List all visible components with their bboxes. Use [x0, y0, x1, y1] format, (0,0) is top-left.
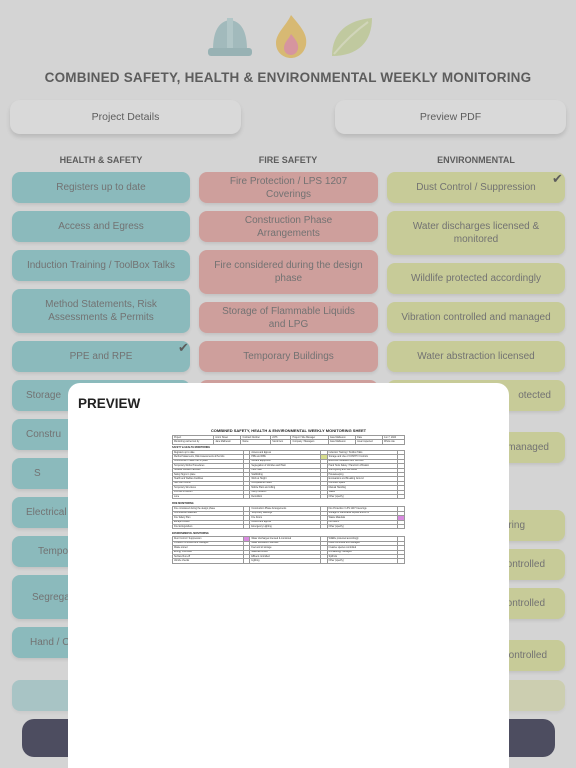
sheet-section-table: Dust Control / Suppression Water discharg… [172, 536, 405, 564]
check-cell [397, 493, 405, 500]
cell: Lone [172, 493, 244, 500]
cell: Emergency Lighting [249, 523, 322, 530]
table-row: Monitoring carried out by Jane Matheson … [171, 439, 405, 445]
check-cell [320, 493, 328, 500]
cell: Jane Matheson [327, 439, 357, 445]
cell: Demolition [249, 493, 322, 500]
sheet-section-title: FIRE MONITORING [172, 502, 194, 506]
cell: Whole site [382, 439, 405, 445]
cell: Area Inspected [355, 439, 384, 445]
cell: Other (specify) [326, 558, 399, 564]
check-cell [242, 493, 251, 500]
pdf-preview-sheet: COMBINED SAFETY, HEALTH & ENVIRONMENTAL … [171, 428, 405, 576]
cell: Other (specify) [326, 523, 399, 530]
cell: Name [240, 439, 272, 445]
cell: Other (specify) [326, 493, 399, 500]
sheet-section-title: ENVIRONMENTAL MONITORING [172, 532, 209, 536]
check-cell [397, 523, 405, 530]
sheet-section-table: Fire considered during the design phase C… [172, 506, 405, 530]
check-cell [320, 558, 328, 564]
preview-modal: PREVIEW COMBINED SAFETY, HEALTH & ENVIRO… [68, 383, 509, 768]
cell: Vehicle checks [172, 558, 244, 564]
sheet-section-title: SAFETY & HEALTH MONITORING [172, 446, 211, 449]
check-cell [242, 523, 251, 530]
cell: Jane Matheson [213, 439, 242, 445]
cell: Monitoring carried out by [171, 439, 215, 445]
sheet-title: COMBINED SAFETY, HEALTH & ENVIRONMENTAL … [210, 428, 367, 433]
preview-title: PREVIEW [78, 396, 141, 411]
cell: Fire Extinguishers [172, 523, 244, 530]
table-row: Lone Demolition Other (specify) [172, 493, 405, 500]
cell: Company / Managers [290, 439, 329, 445]
cell: Lighting [249, 558, 322, 564]
check-cell [397, 558, 405, 564]
sheet-header-table: Project Acorn Street Contract Number 247… [171, 434, 405, 445]
check-cell [320, 523, 328, 530]
table-row: Vehicle checks Lighting Other (specify) [172, 558, 405, 564]
check-cell [242, 558, 251, 564]
cell: Stock Item [270, 439, 292, 445]
table-row: Fire Extinguishers Emergency Lighting Othe… [172, 523, 405, 530]
sheet-section-table: Registers up to date Access and Egress Ind… [172, 449, 405, 500]
